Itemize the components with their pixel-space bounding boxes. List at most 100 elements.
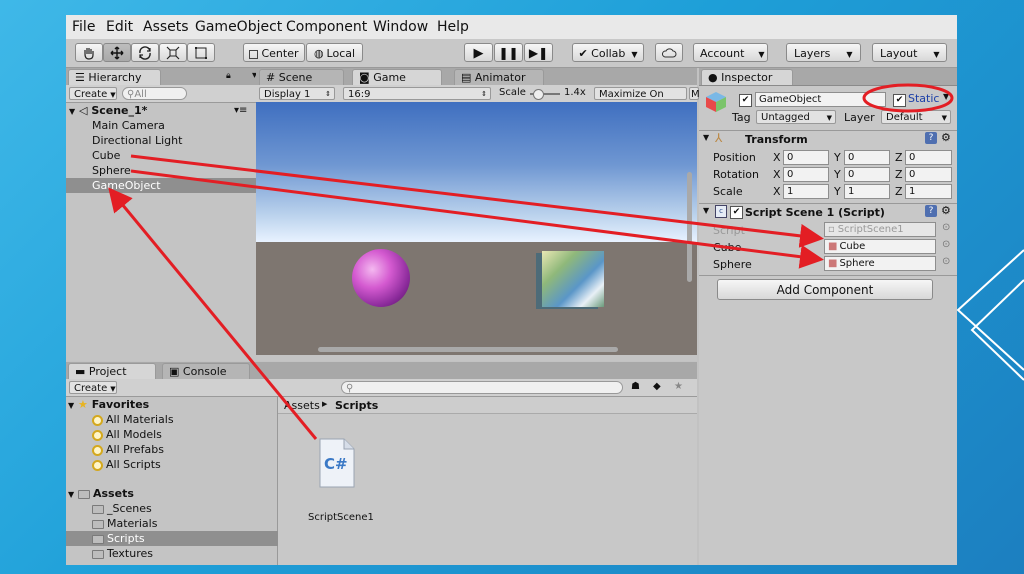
pivot-center-button[interactable]: Center [243, 43, 305, 62]
asset-folder-textures[interactable]: Textures [66, 546, 303, 561]
scale-y-field[interactable]: 1 [844, 184, 890, 199]
project-create-button[interactable]: Create ▼ [69, 381, 117, 394]
favorite-item-all-scripts[interactable]: All Scripts [66, 457, 303, 472]
hierarchy-item-gameobject[interactable]: GameObject [66, 178, 277, 193]
tag-dropdown[interactable]: Untagged ▼ [756, 110, 836, 124]
scale-x-field[interactable]: 1 [783, 184, 829, 199]
static-label[interactable]: Static [908, 92, 939, 105]
mute-toggle[interactable]: M [689, 87, 700, 100]
favorite-item-all-materials[interactable]: All Materials [66, 412, 303, 427]
position-z-field[interactable]: 0 [905, 150, 952, 165]
add-component-button[interactable]: Add Component [717, 279, 933, 300]
menu-help[interactable]: Help [437, 19, 469, 35]
rotation-x-field[interactable]: 0 [783, 167, 829, 182]
script-asset-tile[interactable]: C# [316, 437, 358, 489]
layout-dropdown[interactable]: Layout ▼ [872, 43, 947, 62]
help-icon[interactable]: ? [925, 205, 937, 217]
hierarchy-create-button[interactable]: Create ▼ [69, 87, 117, 100]
star-icon[interactable]: ★ [674, 381, 683, 392]
favorite-item-all-prefabs[interactable]: All Prefabs [66, 442, 303, 457]
collab-dropdown[interactable]: ✔ Collab ▼ [572, 43, 644, 62]
chevron-down-icon[interactable]: ▼ [943, 92, 949, 101]
favorite-item-label: All Materials [106, 413, 174, 426]
hierarchy-search-input[interactable]: ⚲All [122, 87, 187, 100]
account-dropdown[interactable]: Account ▼ [693, 43, 768, 62]
menu-gameobject[interactable]: GameObject [195, 19, 282, 35]
static-checkbox[interactable]: ✔ [893, 94, 906, 107]
breadcrumb-scripts[interactable]: Scripts [335, 399, 378, 412]
menu-window[interactable]: Window [373, 19, 428, 35]
asset-folder-scenes[interactable]: _Scenes [66, 501, 303, 516]
chevron-down-icon: ▼ [110, 385, 116, 393]
layer-dropdown[interactable]: Default ▼ [881, 110, 951, 124]
pause-button[interactable]: ❚❚ [494, 43, 523, 62]
rotation-y-field[interactable]: 0 [844, 167, 890, 182]
display-dropdown[interactable]: Display 1 ⇕ [259, 87, 335, 100]
menu-file[interactable]: File [72, 19, 95, 35]
position-y: 0 [848, 152, 855, 163]
space-local-button[interactable]: ◍ Local [306, 43, 363, 62]
assets-header[interactable]: ▼ Assets [66, 486, 277, 501]
maximize-on-play-toggle[interactable]: Maximize On Play [594, 87, 687, 113]
menu-edit[interactable]: Edit [106, 19, 133, 35]
object-picker-icon[interactable]: ⊙ [942, 239, 950, 250]
position-y-field[interactable]: 0 [844, 150, 890, 165]
object-picker-icon[interactable]: ⊙ [942, 222, 950, 233]
lock-icon[interactable]: 🔒︎ [226, 71, 231, 81]
rotate-tool-button[interactable] [131, 43, 159, 62]
asset-folder-scripts[interactable]: Scripts [66, 531, 303, 546]
rotation-z-field[interactable]: 0 [905, 167, 952, 182]
cloud-button[interactable] [655, 43, 683, 62]
scene-menu-icon[interactable]: ▾≡ [234, 103, 247, 118]
favorite-item-all-models[interactable]: All Models [66, 427, 303, 442]
tab-animator[interactable]: ▤ Animator [454, 69, 544, 85]
scene-name: Scene_1* [91, 104, 148, 117]
transform-header[interactable]: ▼ ⅄ Transform ? ⚙ [699, 131, 957, 147]
horizontal-scrollbar[interactable] [318, 347, 618, 352]
rotate-icon [139, 46, 151, 60]
project-search-input[interactable]: ⚲ [341, 381, 623, 394]
filter-type-icon[interactable]: ☗ [631, 381, 640, 392]
position-x-field[interactable]: 0 [783, 150, 829, 165]
tab-game[interactable]: ◙ Game [352, 69, 442, 85]
aspect-dropdown[interactable]: 16:9 ⇕ [343, 87, 491, 100]
game-viewport[interactable] [256, 102, 697, 355]
cube-object[interactable] [542, 251, 604, 307]
scene-root-row[interactable]: ▼ ◁ Scene_1* ▾≡ [66, 103, 277, 118]
active-checkbox[interactable]: ✔ [739, 94, 752, 107]
rect-tool-button[interactable] [187, 43, 215, 62]
tab-scene[interactable]: # Scene [259, 69, 344, 85]
vertical-scrollbar[interactable] [687, 172, 692, 282]
scale-tool-button[interactable] [159, 43, 187, 62]
step-button[interactable]: ▶❚ [524, 43, 553, 62]
sphere-reference-field[interactable]: ■ Sphere [824, 256, 936, 271]
help-icon[interactable]: ? [925, 132, 937, 144]
gameobject-name-field[interactable]: GameObject [755, 92, 886, 107]
script-enabled-checkbox[interactable]: ✔ [730, 206, 743, 219]
tab-project[interactable]: ▬ Project [68, 363, 156, 379]
scale-slider-handle[interactable] [533, 89, 544, 100]
script-reference-field[interactable]: ▫ ScriptScene1 [824, 222, 936, 237]
gear-icon[interactable]: ⚙ [941, 204, 951, 217]
tab-console[interactable]: ▣ Console [162, 363, 250, 379]
sphere-object[interactable] [352, 249, 410, 307]
tag-filter-icon[interactable]: ◆ [653, 381, 661, 392]
chevron-down-icon: ▼ [826, 114, 832, 122]
tab-hierarchy[interactable]: ☰ Hierarchy [68, 69, 161, 85]
object-picker-icon[interactable]: ⊙ [942, 256, 950, 267]
hand-tool-button[interactable] [75, 43, 103, 62]
layers-dropdown[interactable]: Layers ▼ [786, 43, 861, 62]
move-tool-button[interactable] [103, 43, 131, 62]
asset-folder-materials[interactable]: Materials [66, 516, 303, 531]
breadcrumb-assets[interactable]: Assets [284, 399, 320, 412]
menu-assets[interactable]: Assets [143, 19, 189, 35]
favorites-header[interactable]: ▼ ★ Favorites [66, 397, 277, 412]
project-tree: ▼ ★ Favorites All Materials All Models Al… [66, 397, 303, 565]
play-button[interactable]: ▶ [464, 43, 493, 62]
tab-inspector[interactable]: ● Inspector [701, 69, 793, 85]
script-component-header[interactable]: ▼ c ✔ Script Scene 1 (Script) ? ⚙ [699, 204, 957, 220]
scale-z-field[interactable]: 1 [905, 184, 952, 199]
menu-component[interactable]: Component [286, 19, 367, 35]
gear-icon[interactable]: ⚙ [941, 131, 951, 144]
cube-reference-field[interactable]: ■ Cube [824, 239, 936, 254]
